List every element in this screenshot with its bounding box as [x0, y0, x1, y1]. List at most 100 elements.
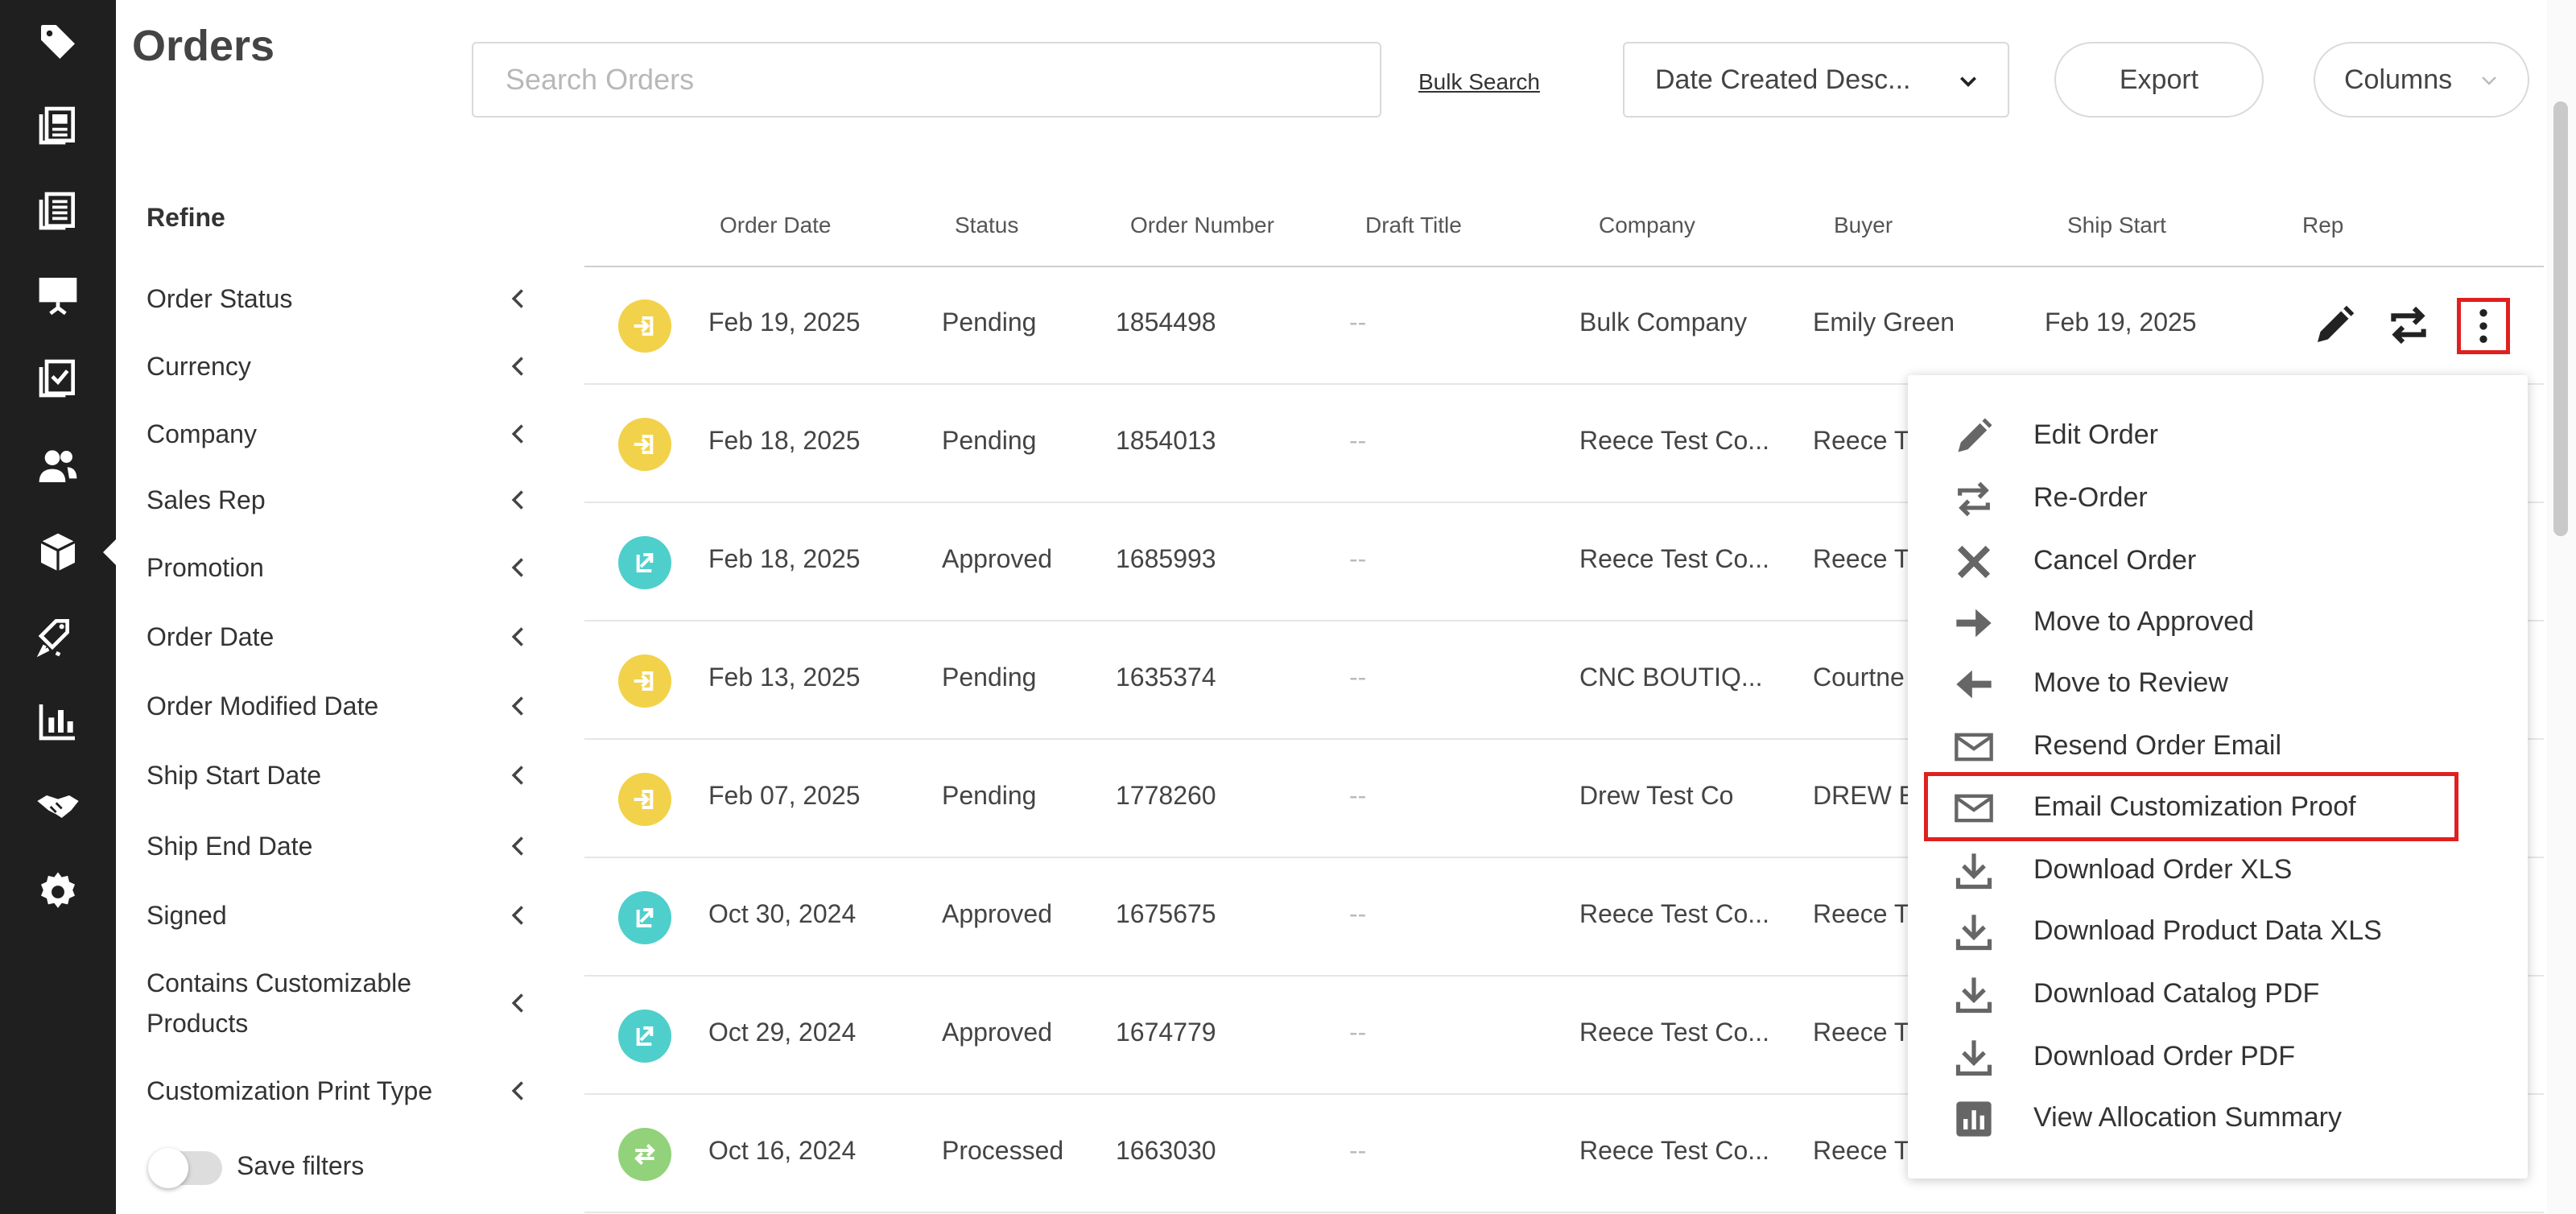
chevron-left-icon [511, 993, 523, 1013]
filter-order-status[interactable]: Order Status [147, 279, 533, 319]
more-actions-button[interactable] [2457, 298, 2510, 354]
filter-order-date[interactable]: Order Date [147, 617, 533, 657]
settings-icon[interactable] [0, 860, 116, 924]
menu-item-label: Download Product Data XLS [2033, 915, 2382, 946]
pending-icon [618, 654, 671, 708]
tag-icon[interactable] [0, 10, 116, 74]
menu-item-label: Download Order PDF [2033, 1040, 2296, 1072]
line-sheet-icon[interactable] [0, 179, 116, 243]
filter-sales-rep[interactable]: Sales Rep [147, 480, 533, 520]
more-vertical-icon [2479, 309, 2487, 343]
filter-label: Order Status [147, 284, 293, 313]
filter-signed[interactable]: Signed [147, 895, 533, 935]
filter-customization-print-type[interactable]: Customization Print Type [147, 1071, 533, 1111]
cell-draft: -- [1349, 308, 1367, 337]
reports-icon[interactable] [0, 689, 116, 754]
approved-icon [618, 1010, 671, 1063]
cell-number: 1674779 [1116, 1018, 1216, 1047]
sort-select[interactable]: Date Created Desc... [1623, 42, 2009, 118]
chevron-left-icon [511, 289, 523, 308]
cell-date: Feb 18, 2025 [708, 544, 861, 573]
menu-item-re-order[interactable]: Re-Order [1908, 467, 2528, 528]
menu-item-view-allocation-summary[interactable]: View Allocation Summary [1908, 1087, 2528, 1148]
search-input[interactable] [472, 42, 1381, 118]
filter-promotion[interactable]: Promotion [147, 547, 533, 588]
menu-item-email-customization-proof[interactable]: Email Customization Proof [1924, 772, 2458, 841]
menu-item-edit-order[interactable]: Edit Order [1908, 404, 2528, 465]
column-header-buyer[interactable]: Buyer [1834, 213, 1893, 238]
menu-item-move-to-approved[interactable]: Move to Approved [1908, 591, 2528, 652]
chevron-left-icon [511, 836, 523, 856]
cell-number: 1663030 [1116, 1136, 1216, 1165]
column-header-ship-start[interactable]: Ship Start [2067, 213, 2166, 238]
scrollbar-thumb[interactable] [2553, 101, 2568, 536]
presentation-icon[interactable] [0, 262, 116, 327]
catalog-icon[interactable] [0, 93, 116, 158]
save-filters-toggle[interactable] [148, 1148, 222, 1188]
menu-item-download-catalog-pdf[interactable]: Download Catalog PDF [1908, 963, 2528, 1024]
menu-item-move-to-review[interactable]: Move to Review [1908, 652, 2528, 713]
column-header-rep[interactable]: Rep [2302, 213, 2343, 238]
filter-label: Company [147, 419, 257, 448]
menu-item-resend-order-email[interactable]: Resend Order Email [1908, 715, 2528, 776]
filter-label: Customization Print Type [147, 1076, 433, 1105]
cell-date: Feb 19, 2025 [708, 308, 861, 337]
cell-status: Approved [942, 1018, 1052, 1047]
column-header-order-date[interactable]: Order Date [720, 213, 832, 238]
sort-select-value: Date Created Desc... [1655, 64, 1911, 95]
menu-item-download-order-pdf[interactable]: Download Order PDF [1908, 1026, 2528, 1087]
cell-buyer: Reece T [1813, 426, 1910, 455]
cell-number: 1635374 [1116, 663, 1216, 692]
columns-button[interactable]: Columns [2314, 42, 2529, 118]
table-row[interactable]: Feb 19, 2025 Pending 1854498 -- Bulk Company… [584, 267, 2544, 385]
filter-ship-start-date[interactable]: Ship Start Date [147, 755, 533, 795]
cell-draft: -- [1349, 781, 1367, 810]
menu-item-label: Edit Order [2033, 419, 2158, 450]
arrow-left-icon [1953, 663, 1995, 705]
checklist-icon[interactable] [0, 346, 116, 411]
cell-draft: -- [1349, 663, 1367, 692]
filter-label: Order Modified Date [147, 692, 379, 721]
menu-item-download-order-xls[interactable]: Download Order XLS [1908, 839, 2528, 900]
orders-icon[interactable] [0, 520, 116, 584]
filter-label: Signed [147, 901, 227, 930]
cell-date: Feb 13, 2025 [708, 663, 861, 692]
export-button[interactable]: Export [2054, 42, 2264, 118]
filter-ship-end-date[interactable]: Ship End Date [147, 826, 533, 866]
menu-item-label: Re-Order [2033, 481, 2148, 513]
bar-chart-icon [1953, 1098, 1995, 1140]
cell-buyer: Reece T [1813, 544, 1910, 573]
partners-icon[interactable] [0, 774, 116, 839]
filter-label: Promotion [147, 553, 264, 582]
filter-label: Contains Customizable Products [147, 968, 412, 1038]
cell-number: 1675675 [1116, 899, 1216, 928]
filter-contains-customizable-products[interactable]: Contains Customizable Products [147, 963, 523, 1043]
column-header-order-number[interactable]: Order Number [1130, 213, 1274, 238]
bulk-search-link[interactable]: Bulk Search [1418, 69, 1540, 95]
reorder-icon[interactable] [2383, 299, 2434, 351]
menu-item-label: Email Customization Proof [2033, 791, 2356, 822]
column-header-status[interactable]: Status [955, 213, 1018, 238]
cell-company: Reece Test Co... [1579, 544, 1769, 573]
chevron-left-icon [511, 490, 523, 510]
cell-draft: -- [1349, 544, 1367, 573]
cell-date: Feb 07, 2025 [708, 781, 861, 810]
menu-item-download-product-data-xls[interactable]: Download Product Data XLS [1908, 900, 2528, 961]
filter-label: Currency [147, 352, 251, 381]
column-header-draft-title[interactable]: Draft Title [1365, 213, 1462, 238]
cell-company: Drew Test Co [1579, 781, 1734, 810]
filter-currency[interactable]: Currency [147, 346, 533, 386]
filter-company[interactable]: Company [147, 414, 533, 454]
approved-icon [618, 536, 671, 589]
cell-draft: -- [1349, 1136, 1367, 1165]
mail-icon [1953, 787, 1995, 829]
filter-order-modified-date[interactable]: Order Modified Date [147, 686, 533, 726]
promotions-icon[interactable] [0, 604, 116, 668]
cell-date: Oct 30, 2024 [708, 899, 857, 928]
cell-buyer: Emily Green [1813, 308, 1955, 337]
column-header-company[interactable]: Company [1599, 213, 1695, 238]
menu-item-cancel-order[interactable]: Cancel Order [1908, 530, 2528, 591]
customers-icon[interactable] [0, 433, 116, 498]
edit-order-icon[interactable] [2309, 299, 2360, 351]
cell-company: CNC BOUTIQ... [1579, 663, 1763, 692]
